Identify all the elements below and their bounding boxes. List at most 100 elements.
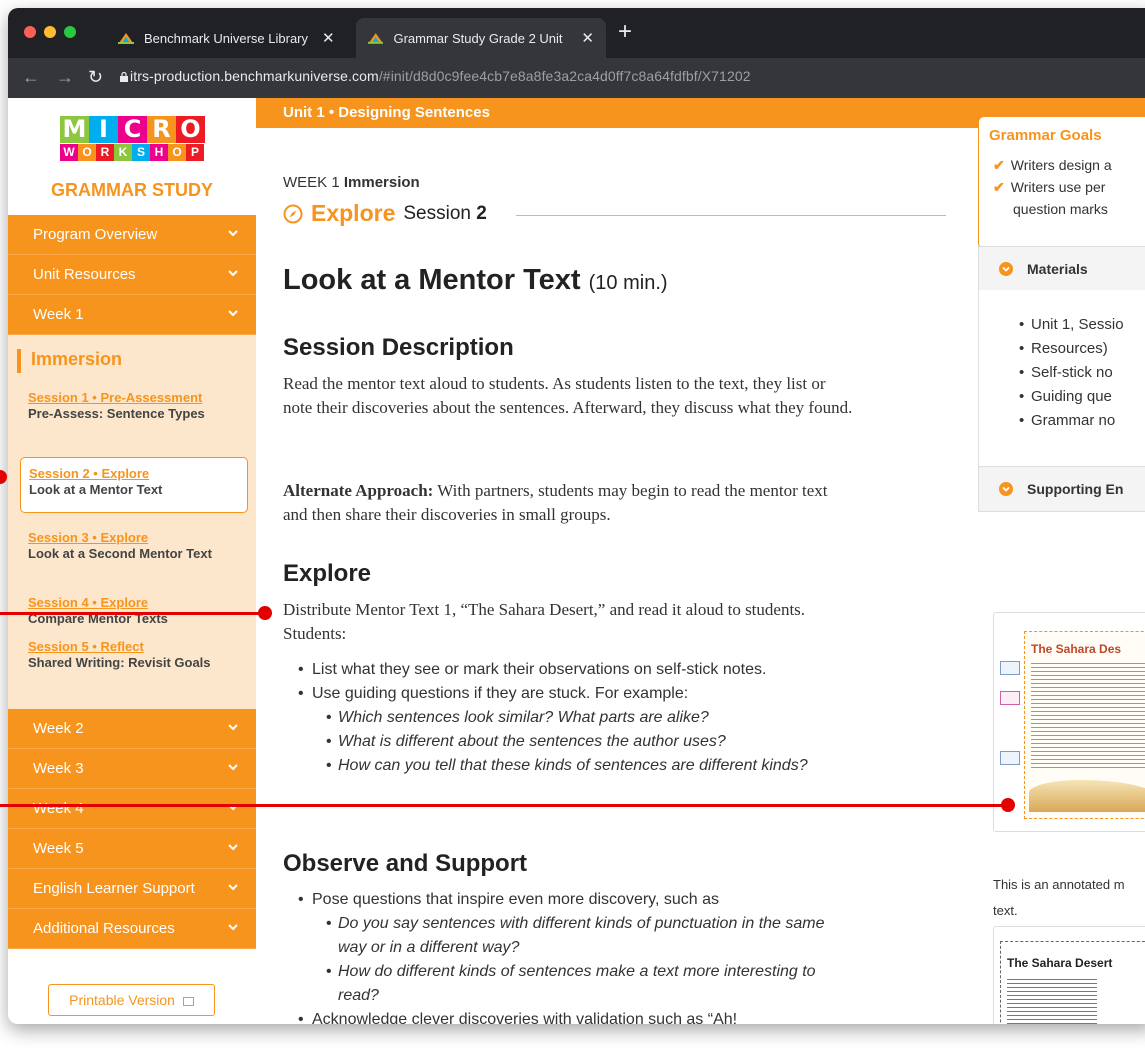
session-title: Shared Writing: Revisit Goals <box>28 655 211 670</box>
menu-program-overview[interactable]: Program Overview <box>8 215 256 255</box>
session-phase-row: Explore Session 2 <box>283 200 487 227</box>
chevron-down-icon <box>228 844 238 851</box>
close-tab-icon[interactable]: ✕ <box>322 29 335 47</box>
check-icon: ✔ <box>993 179 1005 195</box>
list-item: Pose questions that inspire even more di… <box>296 888 856 912</box>
alt-label: Alternate Approach: <box>283 481 434 500</box>
alternate-approach-text: Alternate Approach: With partners, stude… <box>283 479 853 527</box>
close-tab-icon[interactable]: ✕ <box>581 29 594 47</box>
logo-letter: M <box>60 116 89 143</box>
close-window-button[interactable] <box>24 26 36 38</box>
session-description-heading: Session Description <box>283 334 514 361</box>
menu-week-4[interactable]: Week 4 <box>8 789 256 829</box>
goal-item: question marks <box>1013 201 1108 217</box>
chevron-down-icon <box>228 884 238 891</box>
title-text: Look at a Mentor Text <box>283 264 581 296</box>
annotation-note <box>1000 751 1020 765</box>
observe-support-heading: Observe and Support <box>283 850 528 877</box>
caption-line: text. <box>993 903 1018 918</box>
session-3-link[interactable]: Session 3 • Explore Look at a Second Men… <box>28 530 238 561</box>
annotation-dot <box>1001 798 1015 812</box>
tab-library[interactable]: Benchmark Universe Library ✕ <box>106 18 356 58</box>
goal-item: ✔ Writers use per <box>993 179 1105 196</box>
menu-english-learner-support[interactable]: English Learner Support <box>8 869 256 909</box>
micro-workshop-logo: MICRO WORKSHOP <box>60 116 205 161</box>
chevron-down-icon <box>228 724 238 731</box>
session-5-link[interactable]: Session 5 • Reflect Shared Writing: Revi… <box>28 639 238 670</box>
explore-list: List what they see or mark their observa… <box>296 658 856 778</box>
session-head: Session 5 • Reflect <box>28 639 144 654</box>
goal-text: Writers design a <box>1010 157 1112 173</box>
session-2-link[interactable]: Session 2 • Explore Look at a Mentor Tex… <box>20 457 248 513</box>
list-item: How can you tell that these kinds of sen… <box>296 754 816 778</box>
menu-week-3[interactable]: Week 3 <box>8 749 256 789</box>
session-head: Session 2 • Explore <box>29 466 150 481</box>
immersion-title: Immersion <box>31 349 123 369</box>
chevron-down-icon <box>228 270 238 277</box>
menu-week-1[interactable]: Week 1 <box>8 295 256 335</box>
list-item: Self-stick no <box>1019 364 1113 381</box>
list-item: Which sentences look similar? What parts… <box>296 706 856 730</box>
main-content: WEEK 1 Immersion Explore Session 2 Look … <box>256 128 978 1024</box>
logo-letter: K <box>114 144 132 161</box>
menu-label: Program Overview <box>33 226 158 243</box>
minimize-window-button[interactable] <box>44 26 56 38</box>
unit-title: Unit 1 • Designing Sentences <box>283 104 490 121</box>
logo-letter: O <box>168 144 186 161</box>
supporting-accordion[interactable]: Supporting En <box>978 466 1145 512</box>
tab-label: Grammar Study Grade 2 Unit 1 <box>393 30 568 46</box>
list-item: Guiding que <box>1019 388 1112 405</box>
observe-list: Pose questions that inspire even more di… <box>296 888 856 1024</box>
materials-accordion[interactable]: Materials <box>978 246 1145 292</box>
url-host: itrs-production.benchmarkuniverse.com <box>130 68 379 84</box>
sidebar: MICRO WORKSHOP GRAMMAR STUDY Program Ove… <box>8 98 256 1024</box>
mentor-text-thumbnail[interactable]: The Sahara Desert <box>993 926 1145 1024</box>
url-path: /#init/d8d0c9fee4cb7e8a8fe3a2ca4d0ff7c8a… <box>378 68 751 84</box>
maximize-window-button[interactable] <box>64 26 76 38</box>
session-4-link[interactable]: Session 4 • Explore Compare Mentor Texts <box>28 595 238 626</box>
grammar-study-title: GRAMMAR STUDY <box>51 180 213 200</box>
week-prefix: WEEK 1 <box>283 174 344 191</box>
mentor-text-thumbnail-annotated[interactable]: The Sahara Des <box>993 612 1145 832</box>
browser-window: Benchmark Universe Library ✕ Grammar Stu… <box>8 8 1145 1024</box>
printable-version-button[interactable]: Printable Version <box>48 984 215 1016</box>
menu-week-5[interactable]: Week 5 <box>8 829 256 869</box>
materials-list: Unit 1, Sessio Resources) Self-stick no … <box>978 290 1145 474</box>
supporting-label: Supporting En <box>1027 481 1124 497</box>
menu-unit-resources[interactable]: Unit Resources <box>8 255 256 295</box>
goal-text: Writers use per <box>1010 179 1106 195</box>
menu-additional-resources[interactable]: Additional Resources <box>8 909 256 949</box>
materials-header[interactable]: Materials <box>979 247 1145 291</box>
back-arrow-icon[interactable]: ← <box>22 67 40 88</box>
forward-arrow-icon[interactable]: → <box>56 67 74 88</box>
list-item: Use guiding questions if they are stuck.… <box>296 682 856 706</box>
thumbnail-page: The Sahara Desert <box>1000 941 1145 1024</box>
annotation-note <box>1000 661 1020 675</box>
reload-icon[interactable]: ↻ <box>88 67 103 88</box>
thumbnail-text-lines <box>1031 660 1145 770</box>
address-bar-row: ← → ↻ itrs-production.benchmarkuniverse.… <box>8 58 1145 98</box>
session-title: Pre-Assess: Sentence Types <box>28 406 205 421</box>
logo-letter: R <box>147 116 176 143</box>
chevron-down-icon <box>228 230 238 237</box>
goal-text: question marks <box>1013 201 1108 217</box>
session-1-link[interactable]: Session 1 • Pre-Assessment Pre-Assess: S… <box>28 390 238 421</box>
session-title: Look at a Second Mentor Text <box>28 546 212 561</box>
thumbnail-page: The Sahara Des <box>1024 631 1145 819</box>
logo-letter: R <box>96 144 114 161</box>
url-field[interactable]: itrs-production.benchmarkuniverse.com/#i… <box>130 68 751 84</box>
explore-phase: Explore <box>311 200 396 226</box>
supporting-header[interactable]: Supporting En <box>979 467 1145 511</box>
caption-line: This is an annotated m <box>993 877 1125 892</box>
session-description-text: Read the mentor text aloud to students. … <box>283 374 853 417</box>
session-head: Session 4 • Explore <box>28 595 149 610</box>
desert-illustration <box>1029 780 1145 812</box>
new-tab-icon[interactable]: + <box>618 20 632 44</box>
thumbnail-text-lines <box>1007 976 1097 1024</box>
menu-week-2[interactable]: Week 2 <box>8 709 256 749</box>
goal-item: ✔ Writers design a <box>993 157 1112 174</box>
check-icon: ✔ <box>993 157 1005 173</box>
tab-grammar-study[interactable]: Grammar Study Grade 2 Unit 1 ✕ <box>356 18 606 58</box>
menu-label: Week 5 <box>33 840 84 857</box>
list-item: Acknowledge clever discoveries with vali… <box>296 1008 856 1024</box>
